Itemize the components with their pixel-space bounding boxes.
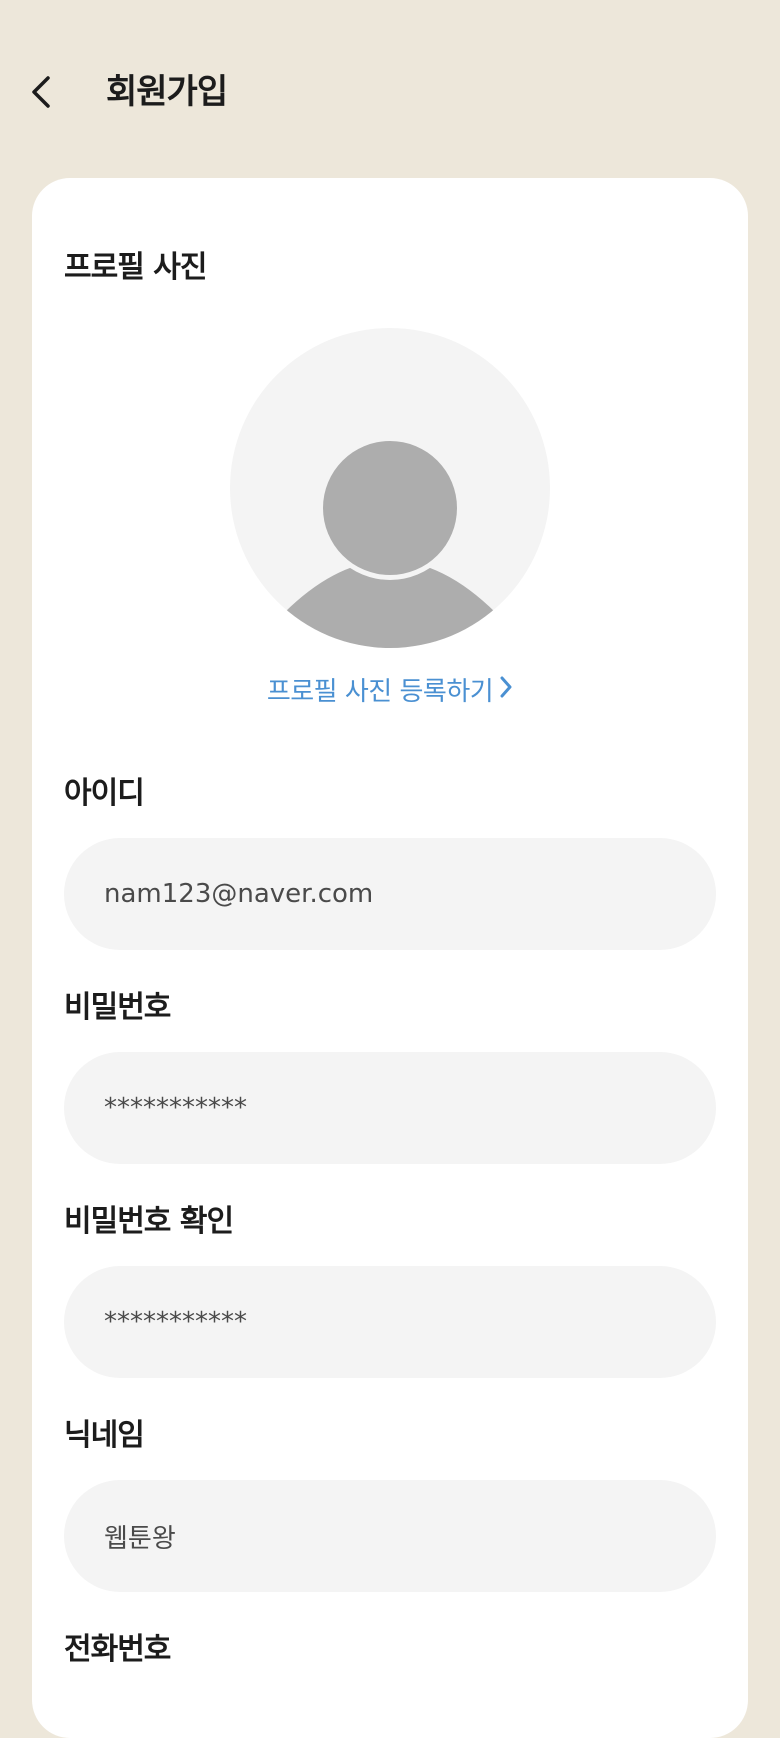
id-label: 아이디 xyxy=(64,776,145,811)
id-field[interactable] xyxy=(64,838,716,950)
user-placeholder-icon xyxy=(284,436,496,648)
password-confirm-input[interactable] xyxy=(104,1266,684,1378)
back-button[interactable] xyxy=(26,70,66,114)
nickname-label: 닉네임 xyxy=(64,1418,145,1453)
register-photo-link-label: 프로필 사진 등록하기 xyxy=(266,677,494,707)
nickname-field[interactable] xyxy=(64,1480,716,1592)
password-label: 비밀번호 xyxy=(64,990,171,1025)
id-input[interactable] xyxy=(104,838,684,950)
chevron-right-icon xyxy=(499,673,513,709)
password-input[interactable] xyxy=(104,1052,684,1164)
avatar[interactable] xyxy=(230,328,550,648)
password-field[interactable] xyxy=(64,1052,716,1164)
signup-form-card: 프로필 사진 프로필 사진 등록하기 아이디 비밀번호 비밀번호 확인 닉네임 … xyxy=(32,178,748,1738)
profile-photo-label: 프로필 사진 xyxy=(64,250,207,285)
nickname-input[interactable] xyxy=(104,1480,684,1592)
chevron-left-icon xyxy=(32,76,50,108)
phone-label: 전화번호 xyxy=(64,1632,171,1667)
password-confirm-field[interactable] xyxy=(64,1266,716,1378)
page-title: 회원가입 xyxy=(106,72,228,112)
password-confirm-label: 비밀번호 확인 xyxy=(64,1204,234,1239)
register-photo-link[interactable]: 프로필 사진 등록하기 xyxy=(32,674,748,710)
app-header: 회원가입 xyxy=(0,0,780,178)
